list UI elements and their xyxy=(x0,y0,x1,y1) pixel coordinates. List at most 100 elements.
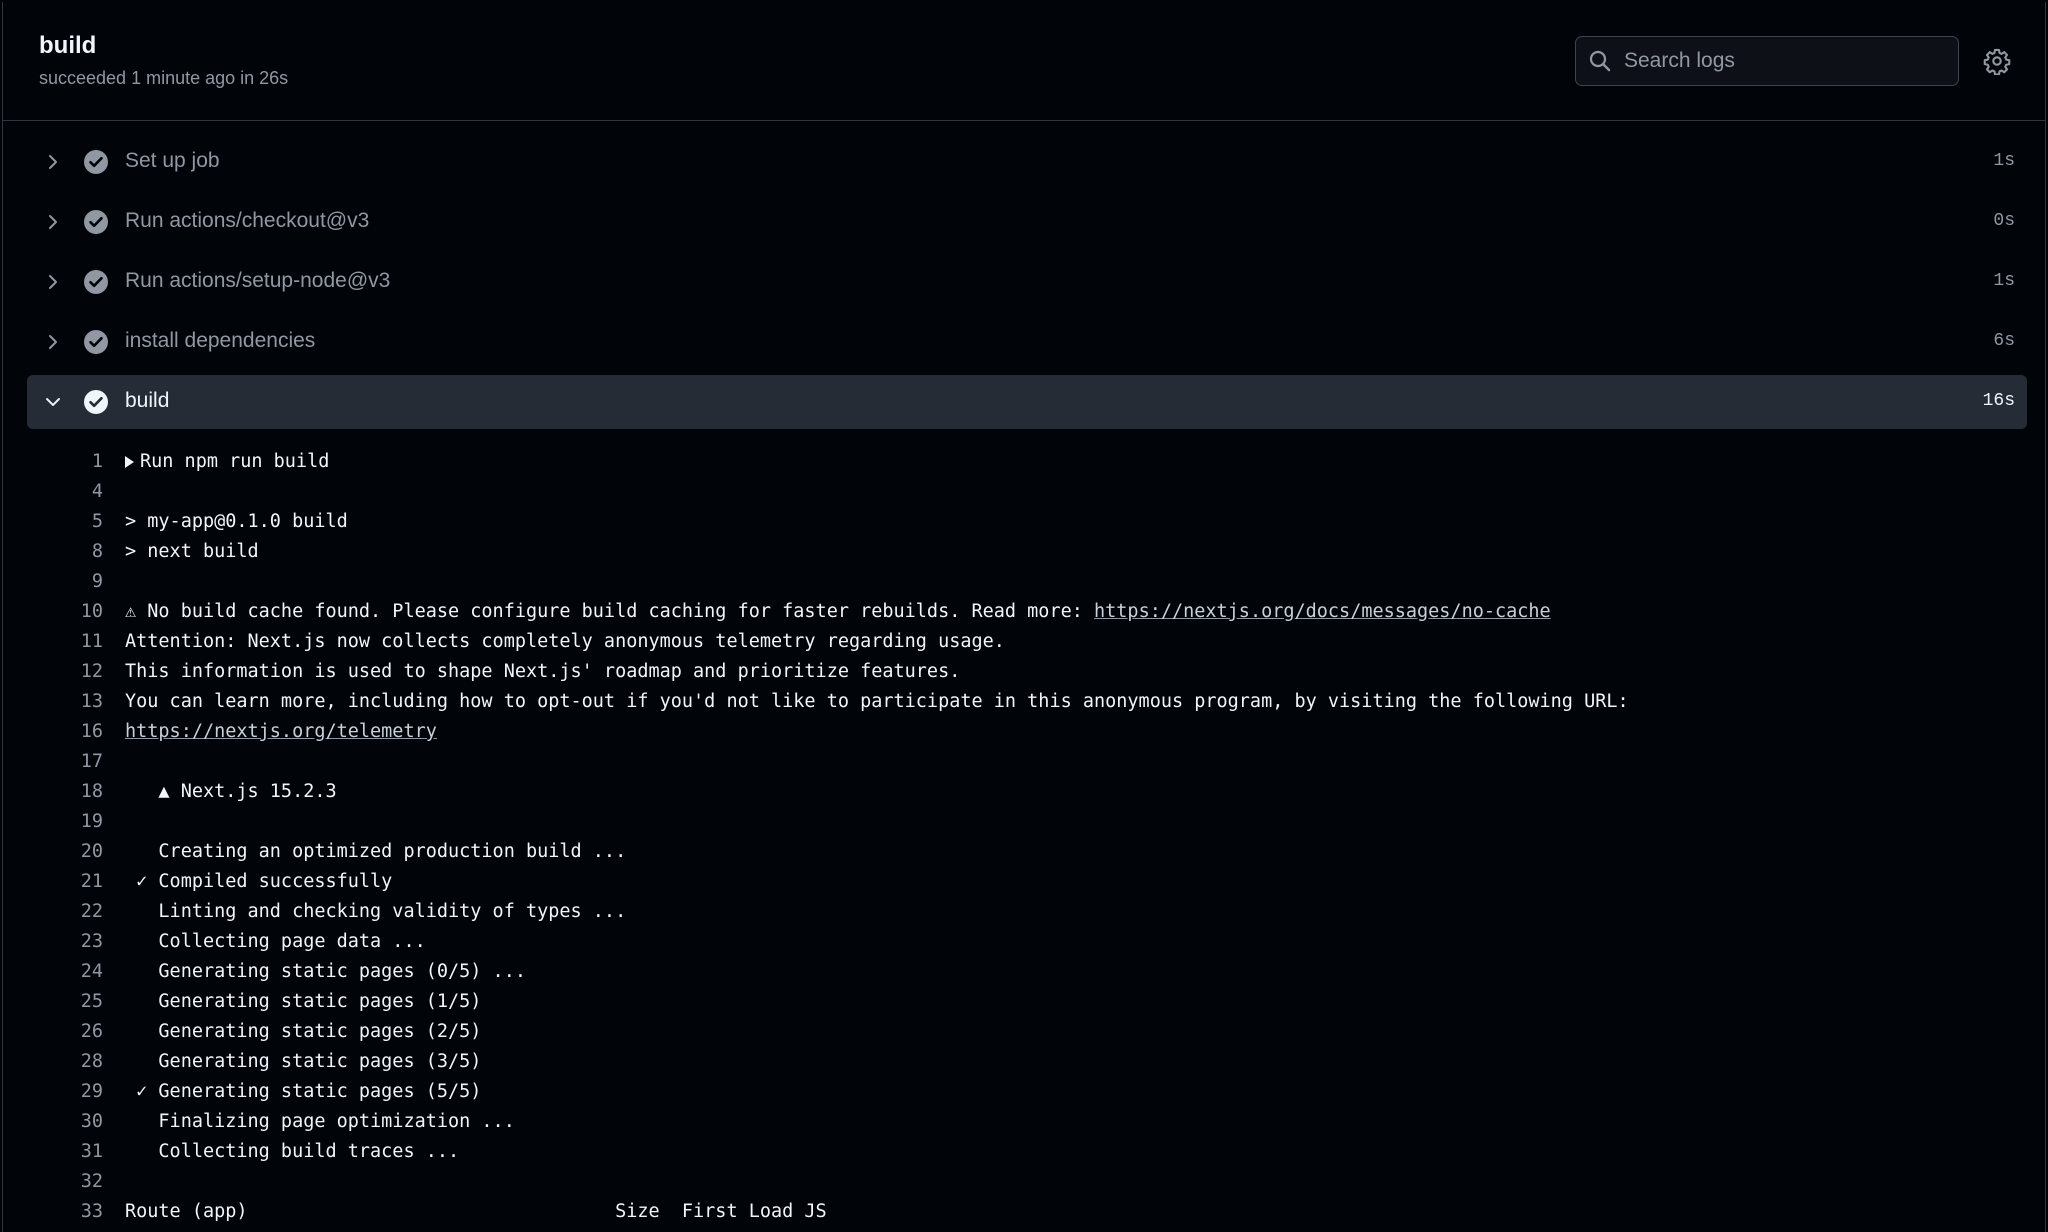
log-line: 1 Run npm run build xyxy=(3,447,2045,477)
log-text: > my-app@0.1.0 build xyxy=(125,507,348,537)
log-text-content: Collecting build traces ... xyxy=(125,1141,460,1162)
log-text: ✓ Generating static pages (5/5) xyxy=(125,1077,481,1107)
log-line: 32 xyxy=(3,1167,2045,1197)
log-text: Generating static pages (2/5) xyxy=(125,1017,481,1047)
log-text-content: ▲ Next.js 15.2.3 xyxy=(125,781,337,802)
job-title: build xyxy=(39,32,97,59)
step-install-dependencies[interactable]: install dependencies 6s xyxy=(27,315,2027,369)
log-text-content: ⚠ No build cache found. Please configure… xyxy=(125,601,1095,622)
line-number[interactable]: 19 xyxy=(43,807,103,837)
log-line: 17 xyxy=(3,747,2045,777)
step-set-up-job[interactable]: Set up job 1s xyxy=(27,135,2027,189)
log-line: 10 ⚠ No build cache found. Please configu… xyxy=(3,597,2045,627)
log-text-content: This information is used to shape Next.j… xyxy=(125,661,961,682)
log-line: 30 Finalizing page optimization ... xyxy=(3,1107,2045,1137)
log-text-content: ✓ Compiled successfully xyxy=(125,871,393,892)
chevron-right-icon xyxy=(49,335,57,349)
line-number[interactable]: 32 xyxy=(43,1167,103,1197)
line-number[interactable]: 28 xyxy=(43,1047,103,1077)
line-number[interactable]: 25 xyxy=(43,987,103,1017)
line-number[interactable]: 18 xyxy=(43,777,103,807)
line-number[interactable]: 22 xyxy=(43,897,103,927)
log-text: Linting and checking validity of types .… xyxy=(125,897,626,927)
step-name: Run actions/setup-node@v3 xyxy=(125,269,391,292)
log-text-content: Creating an optimized production build .… xyxy=(125,841,627,862)
line-number[interactable]: 4 xyxy=(43,477,103,507)
expand-group-icon[interactable] xyxy=(125,456,134,468)
log-text-content: Route (app) Size First Load JS xyxy=(125,1201,827,1222)
log-text: Collecting build traces ... xyxy=(125,1137,459,1167)
job-header: build succeeded 1 minute ago in 26s xyxy=(3,2,2045,121)
line-number[interactable]: 10 xyxy=(43,597,103,627)
log-text: Attention: Next.js now collects complete… xyxy=(125,627,1005,657)
log-text-content: > my-app@0.1.0 build xyxy=(125,511,348,532)
step-build[interactable]: build 16s xyxy=(27,375,2027,429)
line-number[interactable]: 26 xyxy=(43,1017,103,1047)
log-line: 13 You can learn more, including how to o… xyxy=(3,687,2045,717)
line-number[interactable]: 33 xyxy=(43,1197,103,1227)
line-number[interactable]: 20 xyxy=(43,837,103,867)
chevron-down-icon xyxy=(46,398,60,406)
line-number[interactable]: 9 xyxy=(43,567,103,597)
step-name: install dependencies xyxy=(125,329,316,352)
log-link[interactable]: https://nextjs.org/telemetry xyxy=(125,721,437,742)
log-line: 24 Generating static pages (0/5) ... xyxy=(3,957,2045,987)
line-number[interactable]: 12 xyxy=(43,657,103,687)
log-line: 23 Collecting page data ... xyxy=(3,927,2045,957)
log-text: > next build xyxy=(125,537,259,567)
line-number[interactable]: 8 xyxy=(43,537,103,567)
log-text-content: ✓ Generating static pages (5/5) xyxy=(125,1081,482,1102)
log-text-content: Generating static pages (0/5) ... xyxy=(125,961,526,982)
log-line: 11 Attention: Next.js now collects comple… xyxy=(3,627,2045,657)
log-line: 9 xyxy=(3,567,2045,597)
step-name: Set up job xyxy=(125,149,220,172)
chevron-right-icon xyxy=(49,275,57,289)
line-number[interactable]: 24 xyxy=(43,957,103,987)
log-text: This information is used to shape Next.j… xyxy=(125,657,960,687)
check-circle-icon xyxy=(84,210,108,234)
log-text: ✓ Compiled successfully xyxy=(125,867,392,897)
log-text-content: Collecting page data ... xyxy=(125,931,426,952)
line-number[interactable]: 13 xyxy=(43,687,103,717)
line-number[interactable]: 30 xyxy=(43,1107,103,1137)
line-number[interactable]: 5 xyxy=(43,507,103,537)
line-number[interactable]: 31 xyxy=(43,1137,103,1167)
step-name: build xyxy=(125,389,170,412)
log-text-content: > next build xyxy=(125,541,259,562)
log-line: 19 xyxy=(3,807,2045,837)
log-text: Creating an optimized production build .… xyxy=(125,837,626,867)
log-text: ⚠ No build cache found. Please configure… xyxy=(125,597,1551,627)
line-number[interactable]: 23 xyxy=(43,927,103,957)
log-text-content: Finalizing page optimization ... xyxy=(125,1111,515,1132)
log-text-content: Generating static pages (3/5) xyxy=(125,1051,482,1072)
log-text: https://nextjs.org/telemetry xyxy=(125,717,437,747)
line-number[interactable]: 16 xyxy=(43,717,103,747)
log-output: 1 Run npm run build 4 5 > my-app@0.1.0 build… xyxy=(3,447,2045,1227)
log-text: Collecting page data ... xyxy=(125,927,426,957)
search-logs-box[interactable] xyxy=(1575,36,1959,86)
step-name: Run actions/checkout@v3 xyxy=(125,209,370,232)
log-text-content: Generating static pages (1/5) xyxy=(125,991,482,1012)
log-text: Route (app) Size First Load JS xyxy=(125,1197,827,1227)
step-checkout[interactable]: Run actions/checkout@v3 0s xyxy=(27,195,2027,249)
line-number[interactable]: 17 xyxy=(43,747,103,777)
job-log-panel: build succeeded 1 minute ago in 26s Set … xyxy=(2,2,2046,1232)
line-number[interactable]: 1 xyxy=(43,447,103,477)
log-line: 28 Generating static pages (3/5) xyxy=(3,1047,2045,1077)
step-duration: 1s xyxy=(1993,271,2015,291)
gear-icon[interactable] xyxy=(1983,47,2011,75)
log-text: You can learn more, including how to opt… xyxy=(125,687,1629,717)
search-logs-input[interactable] xyxy=(1624,37,1944,85)
line-number[interactable]: 29 xyxy=(43,1077,103,1107)
check-circle-icon xyxy=(84,390,108,414)
step-setup-node[interactable]: Run actions/setup-node@v3 1s xyxy=(27,255,2027,309)
log-link[interactable]: https://nextjs.org/docs/messages/no-cach… xyxy=(1094,601,1551,622)
line-number[interactable]: 11 xyxy=(43,627,103,657)
log-line: 8 > next build xyxy=(3,537,2045,567)
log-text: Generating static pages (0/5) ... xyxy=(125,957,526,987)
log-text-content: Attention: Next.js now collects complete… xyxy=(125,631,1005,652)
log-text: Generating static pages (3/5) xyxy=(125,1047,481,1077)
line-number[interactable]: 21 xyxy=(43,867,103,897)
log-text-content: Linting and checking validity of types .… xyxy=(125,901,627,922)
log-text-content: You can learn more, including how to opt… xyxy=(125,691,1629,712)
